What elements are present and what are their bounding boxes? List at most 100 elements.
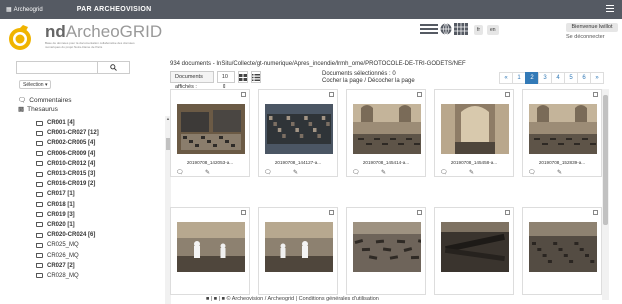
tree-item[interactable]: CR020 [1] — [22, 220, 160, 230]
select-checkbox[interactable] — [417, 210, 422, 215]
pager-page[interactable]: 6 — [577, 72, 591, 84]
tree-item[interactable]: CR002-CR005 [4] — [22, 138, 160, 148]
sidebar: Sélection ▾ 🗨 Commentaires ▩ Thesaurus C… — [16, 58, 171, 304]
tree-item[interactable]: CR017 [1] — [22, 189, 160, 199]
search-button[interactable] — [98, 61, 130, 74]
brand-title[interactable]: PAR ARCHEOVISION — [77, 6, 152, 13]
document-thumbnail[interactable] — [441, 104, 509, 154]
tree-item-label: CR001 [4] — [47, 120, 75, 127]
tree-item[interactable]: CR001-CR027 [12] — [22, 128, 160, 138]
select-checkbox[interactable] — [241, 210, 246, 215]
document-filename: 20190708_145414-a... — [362, 160, 410, 165]
comment-icon[interactable]: 🗨 — [264, 169, 272, 176]
select-checkbox[interactable] — [593, 210, 598, 215]
selected-count: Documents sélectionnés : 0 — [322, 71, 396, 77]
folder-icon — [36, 151, 43, 157]
document-thumbnail[interactable] — [353, 104, 421, 154]
select-checkbox[interactable] — [505, 210, 510, 215]
grid-scrollbar-thumb[interactable] — [603, 95, 608, 225]
grid-scrollbar[interactable] — [602, 89, 609, 300]
select-checkbox[interactable] — [505, 92, 510, 97]
comments-link[interactable]: 🗨 Commentaires — [18, 96, 72, 105]
tree-item[interactable]: CR013-CR015 [3] — [22, 169, 160, 179]
tree-item[interactable]: CR001 [4] — [22, 118, 160, 128]
document-card[interactable] — [170, 207, 250, 295]
document-thumbnail[interactable] — [529, 222, 597, 272]
select-checkbox[interactable] — [593, 92, 598, 97]
lang-en-button[interactable]: en — [487, 25, 499, 35]
tree-item-label: CR001-CR027 [12] — [47, 130, 99, 137]
hamburger-menu-icon[interactable] — [606, 5, 614, 12]
comment-icon[interactable]: 🗨 — [352, 169, 360, 176]
tree-item[interactable]: CR010-CR012 [4] — [22, 159, 160, 169]
comment-icon[interactable]: 🗨 — [440, 169, 448, 176]
edit-icon[interactable]: ✎ — [469, 169, 474, 176]
comment-icon[interactable]: 🗨 — [528, 169, 536, 176]
edit-icon[interactable]: ✎ — [381, 169, 386, 176]
thesaurus-link[interactable]: ▩ Thesaurus — [18, 105, 58, 114]
document-card[interactable]: 20190708_144127-a... 🗨 ✎ — [258, 89, 338, 177]
document-card[interactable]: 20190708_142053-a... 🗨 ✎ — [170, 89, 250, 177]
tree-item-label: CR006-CR009 [4] — [47, 150, 96, 157]
pager-page[interactable]: 4 — [551, 72, 565, 84]
tree-item[interactable]: CR025_MQ — [22, 240, 160, 250]
select-checkbox[interactable] — [329, 210, 334, 215]
grid-view-button[interactable] — [237, 71, 248, 83]
tree-item-label: CR002-CR005 [4] — [47, 140, 96, 147]
folder-icon — [36, 232, 43, 238]
document-thumbnail[interactable] — [265, 222, 333, 272]
select-checkbox[interactable] — [241, 92, 246, 97]
edit-icon[interactable]: ✎ — [293, 169, 298, 176]
document-thumbnail[interactable] — [177, 222, 245, 272]
document-card[interactable]: 20190708_152839-a... 🗨 ✎ — [522, 89, 602, 177]
pager-next[interactable]: » — [590, 72, 604, 84]
search-input[interactable] — [16, 61, 98, 74]
pager-prev[interactable]: « — [499, 72, 513, 84]
edit-icon[interactable]: ✎ — [557, 169, 562, 176]
document-thumbnail[interactable] — [529, 104, 597, 154]
document-path: 934 documents - InSitu/Collecte/gt-numer… — [170, 61, 466, 67]
pager-page[interactable]: 5 — [564, 72, 578, 84]
tree-item[interactable]: CR027 [2] — [22, 261, 160, 271]
tree-item[interactable]: CR019 [3] — [22, 210, 160, 220]
tree-item[interactable]: CR028_MQ — [22, 271, 160, 281]
logout-link[interactable]: Se déconnecter — [566, 34, 605, 40]
comment-icon[interactable]: 🗨 — [176, 169, 184, 176]
tree-item[interactable]: CR016-CR019 [2] — [22, 179, 160, 189]
select-checkbox[interactable] — [329, 92, 334, 97]
edit-icon[interactable]: ✎ — [205, 169, 210, 176]
document-thumbnail[interactable] — [265, 104, 333, 154]
caret-down-icon: ▾ — [44, 82, 48, 88]
social-icons[interactable]: ■ | ■ | ■ — [206, 296, 225, 302]
pager-page[interactable]: 3 — [538, 72, 552, 84]
welcome-user-button[interactable]: Bienvenue lwillot — [566, 23, 618, 32]
document-card[interactable] — [258, 207, 338, 295]
pager-page[interactable]: 1 — [512, 72, 526, 84]
document-card[interactable] — [346, 207, 426, 295]
select-checkbox[interactable] — [417, 92, 422, 97]
check-page-link[interactable]: Cocher la page / Décocher la page — [322, 78, 415, 85]
document-card[interactable] — [522, 207, 602, 295]
list-view-icon — [251, 73, 260, 81]
selection-dropdown[interactable]: Sélection ▾ — [19, 80, 52, 89]
list-view-button[interactable] — [250, 71, 261, 83]
tree-item[interactable]: CR006-CR009 [4] — [22, 149, 160, 159]
tree-item-label: CR013-CR015 [3] — [47, 171, 96, 178]
document-thumbnail[interactable] — [177, 104, 245, 154]
brand-small[interactable]: ▦ Archeogrid — [6, 6, 43, 14]
document-card[interactable] — [434, 207, 514, 295]
per-page-select[interactable]: 10 ⇕ — [216, 71, 235, 90]
lang-fr-button[interactable]: fr — [474, 25, 484, 35]
document-card[interactable]: 20190708_145414-a... 🗨 ✎ — [346, 89, 426, 177]
tree-item[interactable]: CR018 [1] — [22, 200, 160, 210]
tree-item[interactable]: CR020-CR024 [6] — [22, 230, 160, 240]
top-bar: ▦ Archeogrid PAR ARCHEOVISION — [0, 0, 622, 19]
folder-icon — [36, 202, 43, 208]
document-card[interactable]: 20190708_145458-a... 🗨 ✎ — [434, 89, 514, 177]
document-filename: 20190708_142053-a... — [186, 160, 234, 165]
pager-page[interactable]: 2 — [525, 72, 539, 84]
document-thumbnail[interactable] — [353, 222, 421, 272]
tree-item[interactable]: CR026_MQ — [22, 250, 160, 260]
archeogrid-logo[interactable] — [6, 23, 36, 51]
document-thumbnail[interactable] — [441, 222, 509, 272]
